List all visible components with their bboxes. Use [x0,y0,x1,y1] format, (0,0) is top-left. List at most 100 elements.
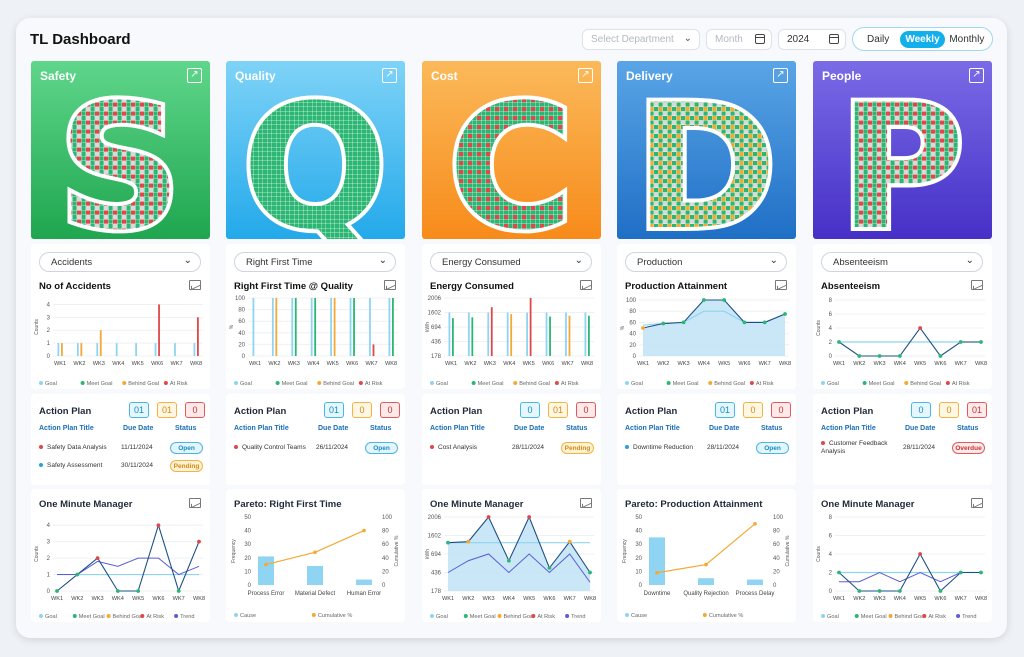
overdue-count-badge[interactable]: 0 [185,402,205,418]
period-weekly[interactable]: Weekly [900,30,945,48]
action-plan-row-date: 28/11/2024 [903,444,936,451]
legend-swatch [430,614,434,618]
quality-metric-select[interactable]: Right First Time ⌄ [234,252,396,272]
delivery-banner[interactable]: Delivery ↗ D D [617,61,796,239]
chevron-down-icon: ⌄ [683,33,692,44]
legend-swatch [311,613,316,617]
open-count-badge[interactable]: 0 [911,402,931,418]
data-point [446,540,450,545]
action-plan-row-title: Cost Analysis [438,444,478,451]
x-tick-label: WK6 [738,361,750,367]
chart-bar [294,298,297,356]
safety-bottom-chart: 0 1 2 3 4 Counts WK1 WK2 WK3 WK4 WK5 WK6 WK7 WK8 Goal M… [34,523,205,620]
pending-count-badge[interactable]: 0 [743,402,763,418]
people-banner-title: People [822,69,862,83]
open-count-badge[interactable]: 0 [520,402,540,418]
pending-count-badge[interactable]: 0 [352,402,372,418]
legend-swatch [463,614,468,618]
y-tick-label: 30 [635,542,642,548]
pending-count-badge[interactable]: 01 [548,402,568,418]
month-input[interactable]: Month [706,29,772,50]
open-count-badge[interactable]: 01 [129,402,149,418]
external-link-icon[interactable]: ↗ [382,68,397,83]
overdue-count-badge[interactable]: 0 [576,402,596,418]
y-tick-label: 0 [639,583,643,589]
overdue-count-badge[interactable]: 0 [380,402,400,418]
chart-view-icon[interactable] [384,280,396,290]
legend-swatch [163,381,168,385]
status-badge[interactable]: Overdue [952,442,985,454]
legend-swatch [554,381,559,385]
cumulative-point [753,522,757,526]
action-plan-row[interactable]: Safety Assessment [39,462,119,469]
data-point [918,552,923,556]
overdue-count-badge[interactable]: 01 [967,402,987,418]
x-tick-label: WK5 [132,596,144,602]
pareto-bar [356,579,372,585]
cost-chart: 178 436 694 1602 2006 kWh WK1 WK2 WK3 WK4 WK5 WK6 WK… [425,296,594,387]
quality-action-plan: Action Plan 01 0 0 Action Plan Title Due Date… [226,394,405,485]
chart-view-icon[interactable] [971,280,983,290]
calendar-icon[interactable] [755,34,765,44]
action-plan-row[interactable]: Customer Feedback Analysis [821,440,901,456]
chart-view-icon[interactable] [189,280,201,290]
status-badge[interactable]: Open [756,442,789,454]
data-point [918,326,923,330]
data-point [136,589,141,593]
x-tick-label: WK7 [955,361,967,367]
external-link-icon[interactable]: ↗ [969,68,984,83]
action-plan-row[interactable]: Safety Data Analysis [39,444,119,451]
chart-bar [275,298,278,356]
safety-banner[interactable]: Safety ↗ S S [31,61,210,239]
quality-banner[interactable]: Quality ↗ Q Q [226,61,405,239]
cost-banner[interactable]: Cost ↗ C C [422,61,601,239]
pending-count-badge[interactable]: 01 [157,402,177,418]
chart-view-icon[interactable] [775,280,787,290]
department-select[interactable]: Select Department ⌄ [582,29,700,50]
status-badge[interactable]: Pending [170,460,203,472]
cost-bottom-card: One Minute Manager 178 436 694 1602 2006 kWh WK… [422,489,601,622]
y-tick-label: 1602 [428,534,442,540]
external-link-icon[interactable]: ↗ [187,68,202,83]
action-plan-row[interactable]: Downtime Reduction [625,444,705,451]
y-tick-label: 0 [829,354,833,360]
metric-select-value: Absenteeism [833,257,888,268]
status-badge[interactable]: Pending [561,442,594,454]
y-tick-label: 0 [248,583,252,589]
open-count-badge[interactable]: 01 [324,402,344,418]
legend-label: Meet Goal [79,614,105,620]
cost-metric-select[interactable]: Energy Consumed ⌄ [430,252,592,272]
external-link-icon[interactable]: ↗ [773,68,788,83]
legend-label: Behind Goal [714,381,745,387]
overdue-count-badge[interactable]: 0 [771,402,791,418]
x-tick-label: WK7 [173,596,185,602]
status-badge[interactable]: Open [170,442,203,454]
x-tick-label: WK6 [543,596,555,602]
action-plan-row[interactable]: Quality Control Teams [234,444,314,451]
period-monthly[interactable]: Monthly [945,31,989,48]
safety-metric-select[interactable]: Accidents ⌄ [39,252,201,272]
metric-select-value: Production [637,257,683,268]
external-link-icon[interactable]: ↗ [578,68,593,83]
delivery-metric-select[interactable]: Production ⌄ [625,252,787,272]
x-tick-label: WK1 [51,596,63,602]
action-plan-header-date: Due Date [709,425,740,432]
action-plan-row[interactable]: Cost Analysis [430,444,510,451]
calendar-icon[interactable] [829,34,839,44]
legend-swatch [513,381,518,385]
open-count-badge[interactable]: 01 [715,402,735,418]
quality-letter-tiles: Q [242,89,388,239]
y2-tick-label: 80 [773,529,780,535]
year-input[interactable]: 2024 [778,29,846,50]
x-tick-label: WK8 [975,361,987,367]
people-banner[interactable]: People ↗ P P [813,61,992,239]
people-metric-select[interactable]: Absenteeism ⌄ [821,252,983,272]
x-tick-label: WK7 [366,361,378,367]
y-tick-label: 0 [47,354,51,360]
legend-label: Cumulative % [318,613,353,619]
chart-view-icon[interactable] [580,280,592,290]
status-badge[interactable]: Open [365,442,398,454]
period-daily[interactable]: Daily [856,31,900,48]
area-fill [643,300,785,356]
pending-count-badge[interactable]: 0 [939,402,959,418]
